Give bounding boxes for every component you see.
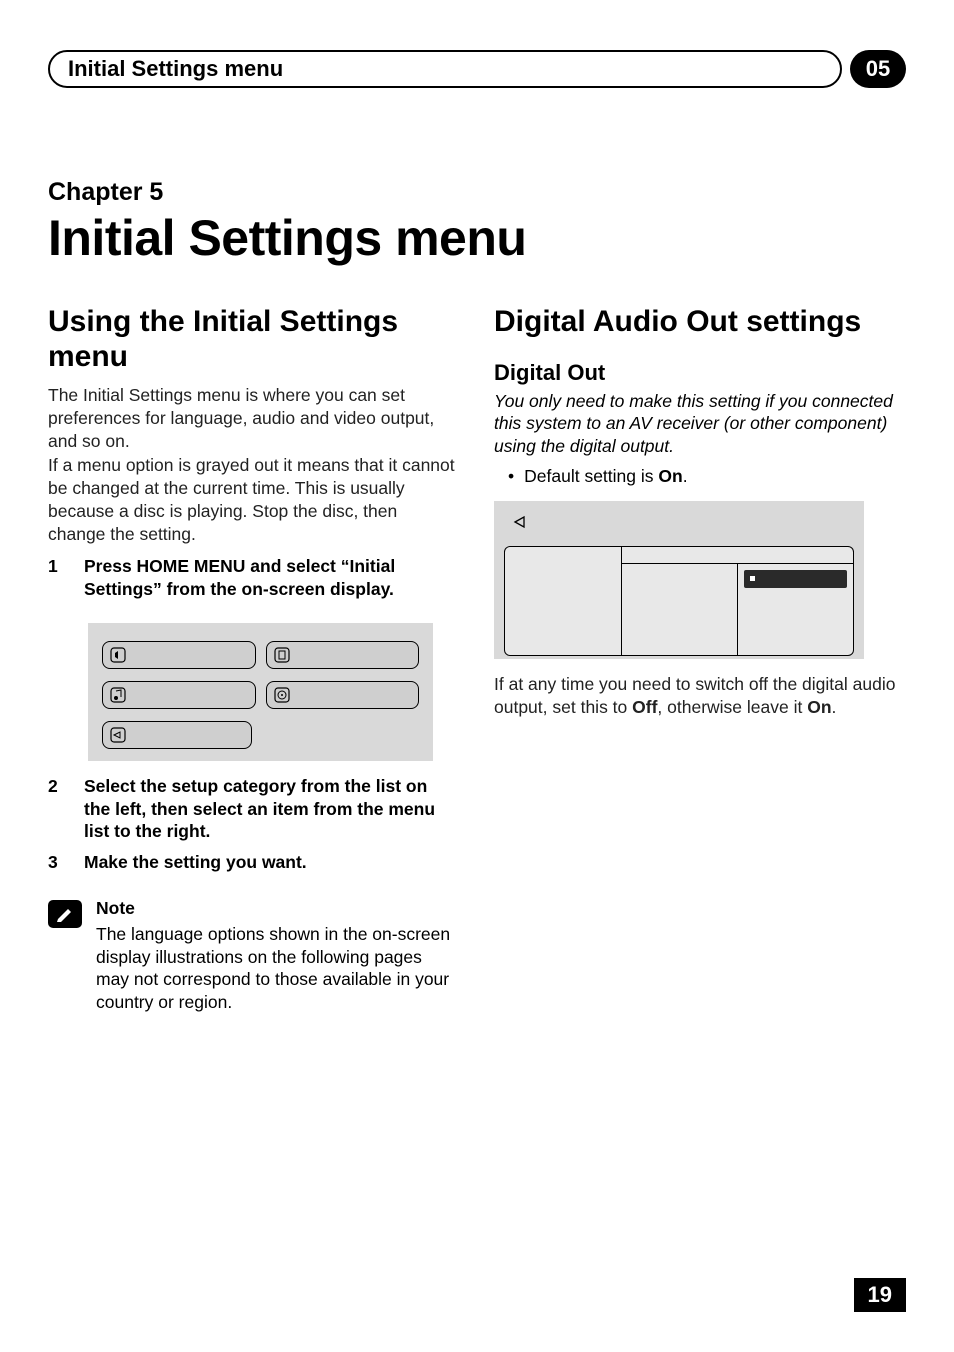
settings-inner (622, 563, 853, 655)
menu-tile (102, 721, 252, 749)
home-menu-illustration (88, 623, 433, 761)
bullet-default: • Default setting is On. (494, 466, 904, 487)
settings-icon (109, 726, 127, 744)
left-heading: Using the Initial Set­tings menu (48, 305, 458, 374)
bullet-suffix: . (683, 466, 688, 486)
step-text: Select the setup category from the list … (84, 775, 458, 843)
header-title-pill: Initial Settings menu (48, 50, 842, 88)
step-list: 1 Press HOME MENU and select “Initial Se… (48, 555, 458, 601)
after-mid: , otherwise leave it (657, 697, 807, 717)
chapter-badge-text: 05 (866, 56, 890, 82)
ill-row (102, 681, 419, 709)
bullet-prefix: Default setting is (524, 466, 658, 486)
chapter-title: Initial Settings menu (48, 209, 906, 267)
ill-row (102, 721, 419, 749)
right-heading: Digital Audio Out set­tings (494, 305, 904, 340)
note-text: The language options shown in the on-scr… (96, 923, 458, 1014)
settings-categories (504, 546, 622, 656)
after-b2: On (807, 697, 831, 717)
after-b1: Off (632, 697, 657, 717)
document-icon (273, 646, 291, 664)
left-para2: If a menu option is grayed out it means … (48, 454, 458, 545)
speaker-icon (109, 646, 127, 664)
bullet-icon: • (508, 466, 514, 487)
step-text: Make the setting you want. (84, 851, 458, 874)
settings-col-values (738, 564, 854, 655)
right-subheading: Digital Out (494, 360, 904, 386)
chapter-label: Chapter 5 (48, 178, 906, 207)
step-num: 3 (48, 851, 64, 874)
selection-marker-icon (750, 576, 755, 581)
step-1: 1 Press HOME MENU and select “Initial Se… (48, 555, 458, 601)
step-3: 3 Make the setting you want. (48, 851, 458, 874)
settings-menu-illustration (494, 501, 864, 659)
bullet-bold: On (658, 466, 682, 486)
settings-icon (512, 513, 854, 536)
step-num: 1 (48, 555, 64, 601)
selected-value-row (744, 570, 848, 588)
step-num: 2 (48, 775, 64, 843)
chapter-badge: 05 (850, 50, 906, 88)
pencil-icon (48, 900, 82, 928)
menu-tile (266, 641, 420, 669)
step-list-cont: 2 Select the setup category from the lis… (48, 775, 458, 874)
settings-grid (504, 546, 854, 656)
disc-icon (273, 686, 291, 704)
right-after-text: If at any time you need to switch off th… (494, 673, 904, 719)
left-para1: The Initial Settings menu is where you c… (48, 384, 458, 452)
after-suffix: . (832, 697, 837, 717)
settings-items (622, 546, 854, 656)
right-column: Digital Audio Out set­tings Digital Out … (494, 305, 904, 1014)
page-number: 19 (854, 1278, 906, 1312)
bullet-text: Default setting is On. (524, 466, 687, 487)
page-number-text: 19 (868, 1282, 892, 1307)
note-label: Note (96, 898, 458, 919)
step-2: 2 Select the setup category from the lis… (48, 775, 458, 843)
menu-tile (102, 641, 256, 669)
menu-tile (102, 681, 256, 709)
left-column: Using the Initial Set­tings menu The Ini… (48, 305, 458, 1014)
right-italic: You only need to make this setting if yo… (494, 390, 904, 458)
settings-col-items (622, 564, 738, 655)
two-column-layout: Using the Initial Set­tings menu The Ini… (48, 305, 906, 1014)
step-text: Press HOME MENU and select “Initial Sett… (84, 555, 458, 601)
page-content: Chapter 5 Initial Settings menu Using th… (48, 178, 906, 1014)
menu-tile (266, 681, 420, 709)
ill-row (102, 641, 419, 669)
page-header: Initial Settings menu 05 (48, 50, 906, 88)
note-block: Note The language options shown in the o… (48, 898, 458, 1014)
music-icon (109, 686, 127, 704)
header-title: Initial Settings menu (68, 56, 283, 82)
note-content: Note The language options shown in the o… (96, 898, 458, 1014)
